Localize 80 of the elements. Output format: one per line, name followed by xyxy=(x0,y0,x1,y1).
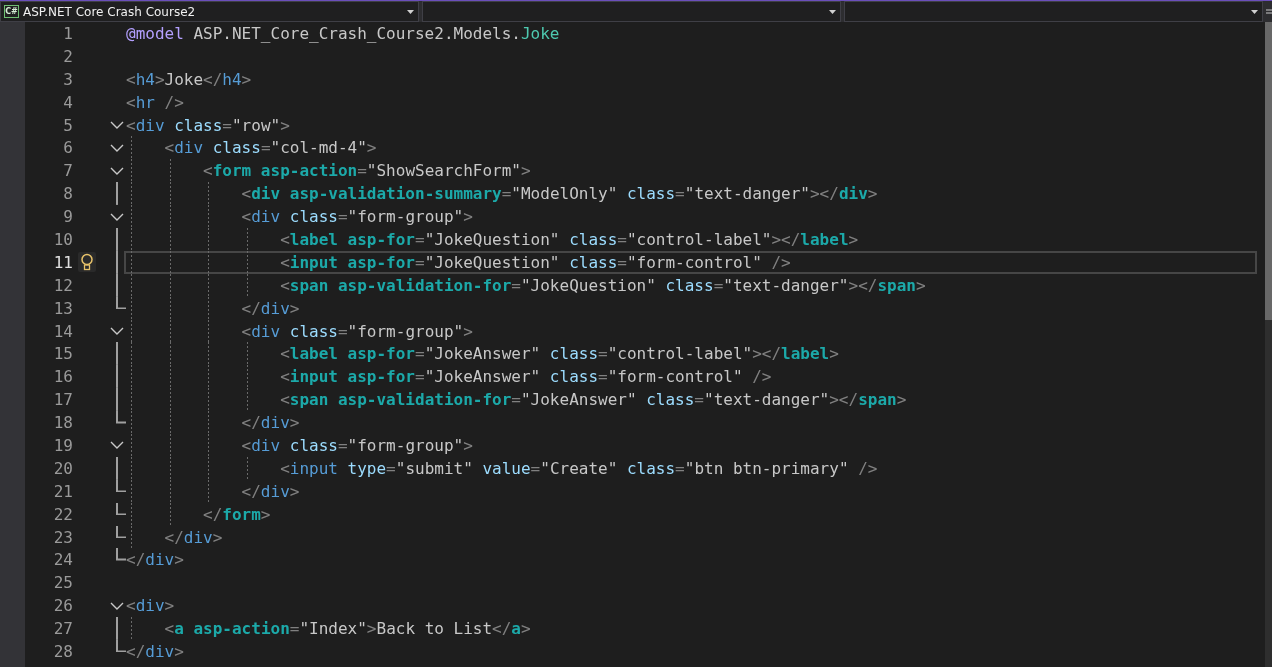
code-line: <span asp-validation-for="JokeAnswer" class="text-danger"></span> xyxy=(126,388,907,412)
fold-end-line xyxy=(116,411,126,424)
line-number: 15 xyxy=(52,344,73,364)
split-handle-icon[interactable] xyxy=(1266,7,1272,16)
code-line: <div asp-validation-summary="ModelOnly" class="text-danger"></div> xyxy=(126,182,878,206)
fold-end-line xyxy=(116,548,126,561)
line-number: 7 xyxy=(62,161,73,181)
collapse-chevron-icon[interactable] xyxy=(110,601,124,610)
line-number: 8 xyxy=(62,184,73,204)
code-line: <hr /> xyxy=(126,91,184,114)
scrollbar-thumb[interactable] xyxy=(1265,22,1272,320)
fold-end-line xyxy=(116,640,126,653)
line-number: 18 xyxy=(52,413,73,433)
collapse-chevron-icon[interactable] xyxy=(110,143,124,152)
lightbulb-icon[interactable] xyxy=(77,252,96,273)
fold-guide-line xyxy=(116,182,118,206)
code-line: <form asp-action="ShowSearchForm"> xyxy=(126,159,531,183)
collapse-chevron-icon[interactable] xyxy=(110,212,124,221)
line-number: 24 xyxy=(52,550,73,570)
vertical-scrollbar[interactable] xyxy=(1265,22,1272,667)
dropdown-caret-icon xyxy=(1251,9,1258,14)
csharp-project-icon: C# xyxy=(4,5,19,18)
line-number: 28 xyxy=(52,642,73,661)
code-line: <input asp-for="JokeQuestion" class="form-control" /> xyxy=(126,250,791,274)
fold-end-line xyxy=(116,296,126,310)
code-line: <input type="submit" value="Create" class="btn btn-primary" /> xyxy=(126,456,878,480)
line-number: 19 xyxy=(52,435,73,455)
code-line: <span asp-validation-for="JokeQuestion" class="text-danger"></span> xyxy=(126,273,926,297)
project-dropdown[interactable]: C# ASP.NET Core Crash Course2 xyxy=(0,1,419,22)
dropdown-caret-icon xyxy=(406,9,414,14)
code-line: </div> xyxy=(126,549,184,572)
code-line: </form> xyxy=(126,502,271,526)
code-line: <h4>Joke</h4> xyxy=(126,68,252,91)
code-line: @model ASP.NET_Core_Crash_Course2.Models.Joke xyxy=(126,22,560,45)
fold-end-line xyxy=(116,525,126,539)
line-number: 6 xyxy=(62,138,73,158)
collapse-chevron-icon[interactable] xyxy=(110,166,124,175)
collapse-chevron-icon[interactable] xyxy=(110,121,124,129)
line-number: 13 xyxy=(52,298,73,318)
code-line: <input asp-for="JokeAnswer" class="form-control" /> xyxy=(126,365,772,389)
line-number: 27 xyxy=(52,619,73,639)
line-number: 5 xyxy=(62,115,73,135)
code-line: <div class="form-group"> xyxy=(126,205,473,228)
fold-guide-line xyxy=(116,456,118,480)
line-number: 1 xyxy=(62,23,73,43)
dropdown-caret-icon xyxy=(829,9,837,14)
code-line: <div class="form-group"> xyxy=(126,434,473,457)
line-number: 25 xyxy=(52,573,73,593)
code-line: <div class="row"> xyxy=(126,114,290,137)
line-number: 16 xyxy=(52,367,73,387)
fold-end-line xyxy=(116,502,126,516)
line-number: 26 xyxy=(52,596,73,616)
line-number: 23 xyxy=(52,527,73,547)
line-number: 14 xyxy=(52,321,73,341)
line-number: 21 xyxy=(52,481,73,501)
line-number: 17 xyxy=(52,390,73,410)
line-number: 4 xyxy=(62,92,73,112)
line-number: 2 xyxy=(62,46,73,66)
code-line: </div> xyxy=(126,641,184,663)
line-number: 12 xyxy=(52,275,73,295)
code-line: </div> xyxy=(126,479,300,503)
code-line: <div class="form-group"> xyxy=(126,319,473,343)
code-line: <div> xyxy=(126,595,175,618)
code-line: </div> xyxy=(126,296,300,320)
line-number: 3 xyxy=(62,69,73,89)
line-number: 11 xyxy=(52,252,73,272)
collapse-chevron-icon[interactable] xyxy=(110,441,124,450)
code-line: <a asp-action="Index">Back to List</a> xyxy=(126,617,531,641)
code-line: <label asp-for="JokeQuestion" class="control-label"></label> xyxy=(126,228,859,251)
line-number: 20 xyxy=(52,458,73,478)
code-line: <div class="col-md-4"> xyxy=(126,136,377,160)
fold-guide-line xyxy=(116,617,118,641)
collapse-chevron-icon[interactable] xyxy=(110,327,124,335)
line-number: 10 xyxy=(52,229,73,249)
line-number: 22 xyxy=(52,504,73,524)
fold-end-line xyxy=(116,479,126,493)
code-line: <label asp-for="JokeAnswer" class="control-label"></label> xyxy=(126,342,839,366)
code-line: </div> xyxy=(126,525,223,549)
line-number: 9 xyxy=(62,207,73,227)
code-line: </div> xyxy=(126,411,300,435)
